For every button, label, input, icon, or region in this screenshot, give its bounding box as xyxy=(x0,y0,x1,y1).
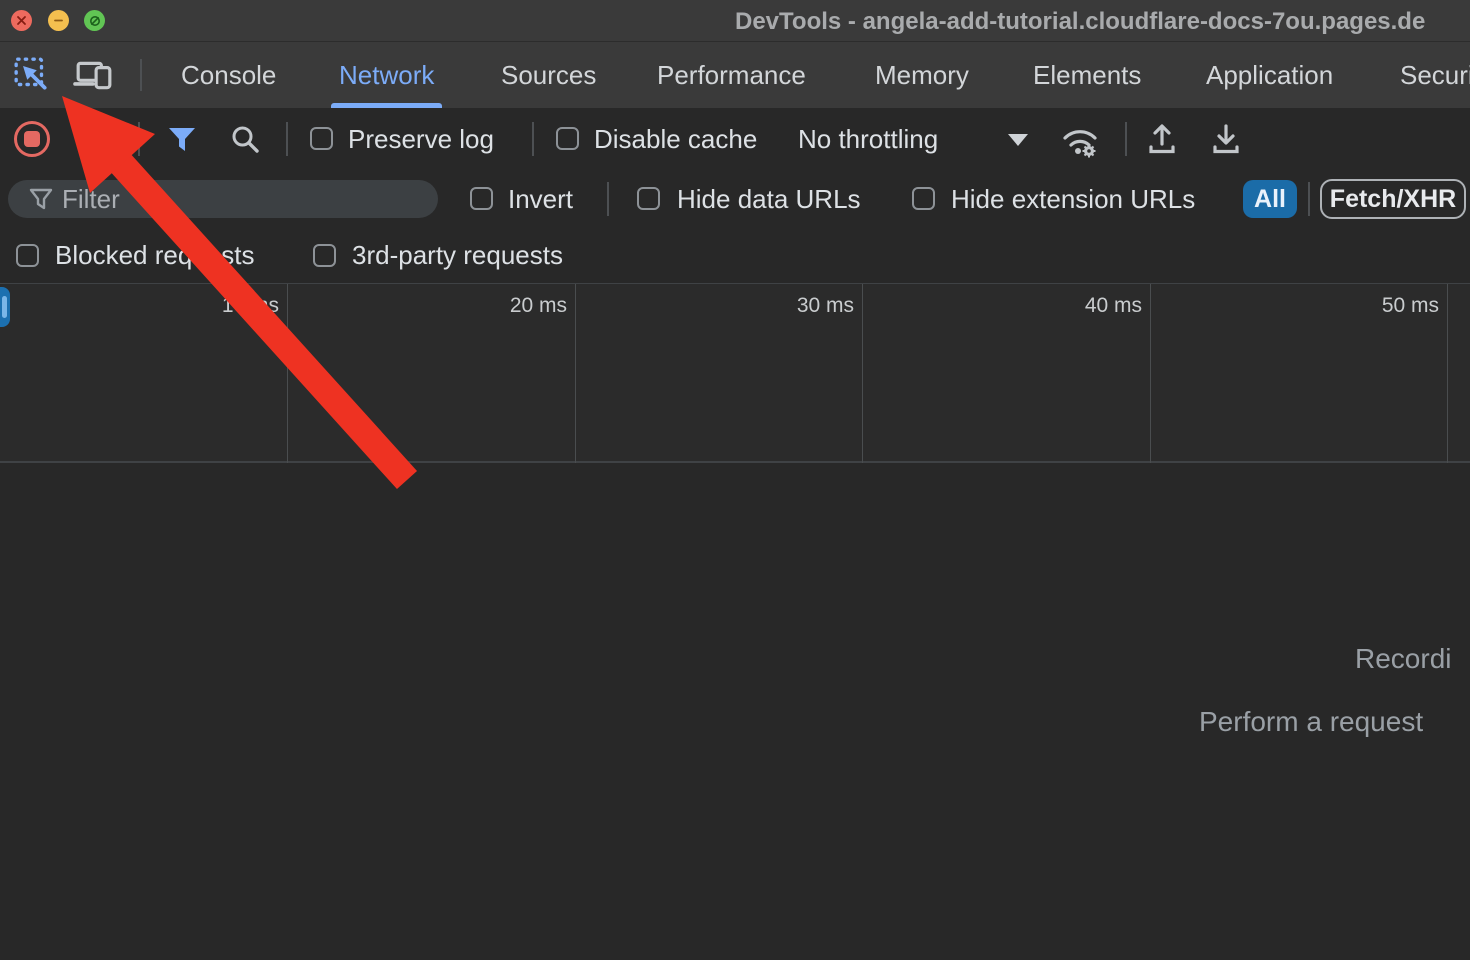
inspect-cursor-icon xyxy=(13,56,51,94)
chevron-down-icon xyxy=(1008,134,1028,146)
window-title: DevTools - angela-add-tutorial.cloudflar… xyxy=(735,0,1425,42)
timeline-tick-label: 40 ms xyxy=(1085,294,1142,318)
checkbox-box xyxy=(637,187,660,210)
devtools-tab-bar: Console Network Sources Performance Memo… xyxy=(0,42,1470,108)
stop-recording-button[interactable] xyxy=(14,121,50,157)
stop-recording-icon xyxy=(24,131,40,147)
minimize-window-button[interactable] xyxy=(48,10,69,31)
timeline-tick-label: 50 ms xyxy=(1382,294,1439,318)
hide-data-urls-checkbox[interactable]: Hide data URLs xyxy=(637,170,877,228)
checkbox-box xyxy=(470,187,493,210)
filter-input-container xyxy=(8,180,438,218)
hide-extension-urls-checkbox[interactable]: Hide extension URLs xyxy=(912,170,1217,228)
handle-grip xyxy=(2,296,7,318)
filter-funnel-icon xyxy=(169,128,195,151)
timeline-gridline xyxy=(1447,284,1448,464)
filter-funnel-outline-icon xyxy=(28,186,54,212)
requests-empty-state: Recordi Perform a request xyxy=(0,463,1470,960)
close-window-button[interactable] xyxy=(11,10,32,31)
zoom-window-button[interactable] xyxy=(84,10,105,31)
toolbar-divider xyxy=(286,122,288,156)
recording-status-text: Recordi xyxy=(1355,643,1451,675)
tabbar-divider xyxy=(140,59,142,91)
toggle-device-toolbar-button[interactable] xyxy=(72,54,116,96)
checkbox-box xyxy=(313,244,336,267)
zoom-icon xyxy=(89,15,101,27)
import-har-button[interactable] xyxy=(1146,122,1178,156)
third-party-requests-checkbox[interactable]: 3rd-party requests xyxy=(313,228,598,283)
tab-security[interactable]: Security xyxy=(1400,42,1470,108)
export-har-button[interactable] xyxy=(1210,122,1242,156)
timeline-gridline xyxy=(287,284,288,464)
request-type-all-button[interactable]: All xyxy=(1243,180,1297,218)
tab-memory[interactable]: Memory xyxy=(875,42,969,108)
toolbar-divider xyxy=(138,122,140,156)
checkbox-box xyxy=(310,127,333,150)
timeline-gridline xyxy=(1150,284,1151,464)
network-conditions-button[interactable] xyxy=(1058,121,1102,159)
blocked-requests-checkbox[interactable]: Blocked requests xyxy=(16,228,281,283)
checkbox-box xyxy=(912,187,935,210)
network-filter-bar: Invert Hide data URLs Hide extension URL… xyxy=(0,170,1470,228)
tab-sources[interactable]: Sources xyxy=(501,42,596,108)
tab-elements[interactable]: Elements xyxy=(1033,42,1141,108)
request-type-fetch-xhr-button[interactable]: Fetch/XHR xyxy=(1320,179,1466,219)
filter-input[interactable] xyxy=(62,184,402,215)
preserve-log-checkbox[interactable]: Preserve log xyxy=(310,108,515,170)
invert-checkbox[interactable]: Invert xyxy=(470,170,590,228)
tab-console[interactable]: Console xyxy=(181,42,276,108)
show-filter-button[interactable] xyxy=(167,125,197,155)
throttling-dropdown[interactable]: No throttling xyxy=(798,108,1038,170)
close-icon xyxy=(16,15,27,26)
overview-selection-handle[interactable] xyxy=(0,287,10,327)
minimize-icon xyxy=(53,15,64,26)
filterbar-divider xyxy=(607,182,609,216)
timeline-tick-label: 30 ms xyxy=(797,294,854,318)
tab-application[interactable]: Application xyxy=(1206,42,1333,108)
perform-request-hint-text: Perform a request xyxy=(1199,706,1423,738)
title-bar: DevTools - angela-add-tutorial.cloudflar… xyxy=(0,0,1470,42)
inspect-element-button[interactable] xyxy=(10,54,54,96)
toolbar-divider xyxy=(1125,122,1127,156)
devtools-window: DevTools - angela-add-tutorial.cloudflar… xyxy=(0,0,1470,960)
timeline-gridline xyxy=(862,284,863,464)
filterbar-divider xyxy=(1308,182,1310,216)
network-overview-timeline[interactable]: 10 ms 20 ms 30 ms 40 ms 50 ms xyxy=(0,283,1470,463)
tab-performance[interactable]: Performance xyxy=(657,42,806,108)
search-button[interactable] xyxy=(230,124,260,154)
toolbar-divider xyxy=(532,122,534,156)
disable-cache-checkbox[interactable]: Disable cache xyxy=(556,108,781,170)
upload-icon xyxy=(1151,126,1173,152)
tab-network[interactable]: Network xyxy=(339,42,434,108)
gear-icon xyxy=(1083,145,1096,158)
wifi-icon xyxy=(1065,132,1095,138)
clear-network-log-button[interactable] xyxy=(80,124,110,154)
checkbox-box xyxy=(16,244,39,267)
device-toolbar-icon xyxy=(73,56,115,94)
timeline-tick-label: 10 ms xyxy=(222,294,279,318)
network-toolbar: Preserve log Disable cache No throttling xyxy=(0,108,1470,170)
more-filters-row: Blocked requests 3rd-party requests xyxy=(0,228,1470,283)
timeline-tick-label: 20 ms xyxy=(510,294,567,318)
download-icon xyxy=(1215,126,1237,152)
checkbox-box xyxy=(556,127,579,150)
timeline-gridline xyxy=(575,284,576,464)
